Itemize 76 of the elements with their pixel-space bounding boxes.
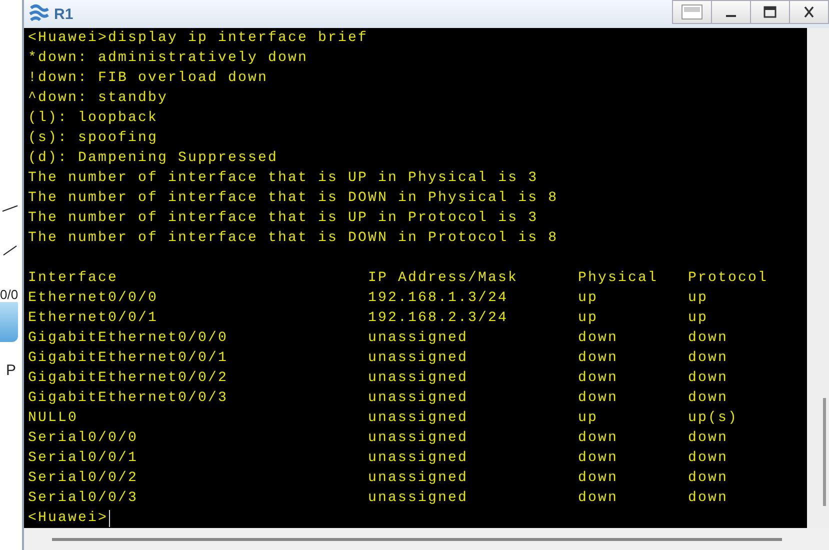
table-cell-text: down xyxy=(578,369,620,388)
table-cell-text: unassigned xyxy=(368,389,470,408)
table-cell-text: GigabitEthernet0/0/0 xyxy=(28,329,230,348)
port-label: 0/0 xyxy=(0,287,18,302)
horizontal-scrollbar[interactable] xyxy=(24,528,829,550)
table-cell-text: unassigned xyxy=(368,409,470,428)
terminal-line: ^down: standby xyxy=(28,89,170,108)
column-header: Protocol xyxy=(688,269,768,288)
table-cell-text: down xyxy=(688,349,728,368)
table-cell-text: down xyxy=(688,329,728,348)
terminal-line: The number of interface that is UP in Physical is 3 xyxy=(28,169,540,188)
minimize-icon xyxy=(726,15,736,17)
scroll-thumb[interactable] xyxy=(823,398,826,506)
command-prompt: <Huawei> xyxy=(28,509,108,528)
table-cell-text: down xyxy=(688,369,728,388)
table-cell-text: down xyxy=(578,449,620,468)
table-cell-text: 192.168.2.3/24 xyxy=(368,309,510,328)
text-cursor xyxy=(109,510,110,526)
table-cell-text: unassigned xyxy=(368,449,470,468)
device-label: P xyxy=(6,362,16,379)
column-header: IP Address/Mask xyxy=(368,269,520,288)
scroll-thumb[interactable] xyxy=(52,538,782,540)
minimize-button[interactable] xyxy=(711,0,751,24)
table-cell-text: Serial0/0/1 xyxy=(28,449,140,468)
table-cell-text: down xyxy=(578,349,620,368)
maximize-icon xyxy=(763,5,777,19)
table-cell-text: Ethernet0/0/1 xyxy=(28,309,160,328)
table-cell-text: down xyxy=(578,489,620,508)
close-button[interactable] xyxy=(789,0,829,24)
app-icon xyxy=(28,4,50,24)
table-cell-text: up xyxy=(688,309,708,328)
table-cell-text: up xyxy=(578,409,600,428)
terminal-line: *down: administratively down xyxy=(28,49,310,68)
table-cell-text: down xyxy=(688,429,728,448)
terminal-line: !down: FIB overload down xyxy=(28,69,270,88)
table-cell-text: unassigned xyxy=(368,469,470,488)
table-cell-text: 192.168.1.3/24 xyxy=(368,289,510,308)
window-title: R1 xyxy=(54,6,74,22)
close-icon xyxy=(802,5,816,19)
terminal-line: (s): spoofing xyxy=(28,129,160,148)
terminal-line: The number of interface that is UP in Protocol is 3 xyxy=(28,209,540,228)
table-cell-text: Serial0/0/0 xyxy=(28,429,140,448)
table-cell-text: unassigned xyxy=(368,429,470,448)
table-cell-text: down xyxy=(578,389,620,408)
table-cell-text: unassigned xyxy=(368,329,470,348)
maximize-button[interactable] xyxy=(750,0,790,24)
table-cell-text: Ethernet0/0/0 xyxy=(28,289,160,308)
table-cell-text: GigabitEthernet0/0/3 xyxy=(28,389,230,408)
table-cell-text: Serial0/0/2 xyxy=(28,469,140,488)
window-layout-icon xyxy=(681,4,703,20)
table-cell-text: unassigned xyxy=(368,349,470,368)
table-cell-text: unassigned xyxy=(368,369,470,388)
column-header: Interface xyxy=(28,269,120,288)
terminal-line: (l): loopback xyxy=(28,109,160,128)
terminal-line: The number of interface that is DOWN in Protocol is 8 xyxy=(28,229,560,248)
table-cell-text: down xyxy=(688,489,728,508)
table-cell-text: up(s) xyxy=(688,409,738,428)
table-cell-text: NULL0 xyxy=(28,409,80,428)
table-cell-text: up xyxy=(688,289,708,308)
table-cell-text: up xyxy=(578,309,600,328)
table-cell-text: down xyxy=(578,429,620,448)
terminal-line: <Huawei>display ip interface brief xyxy=(28,29,370,48)
table-cell-text: GigabitEthernet0/0/2 xyxy=(28,369,230,388)
table-cell-text: Serial0/0/3 xyxy=(28,489,140,508)
table-cell-text: down xyxy=(578,469,620,488)
terminal-line: The number of interface that is DOWN in Physical is 8 xyxy=(28,189,560,208)
table-cell-text: GigabitEthernet0/0/1 xyxy=(28,349,230,368)
vertical-scrollbar[interactable] xyxy=(807,28,829,528)
table-cell-text: down xyxy=(688,469,728,488)
column-header: Physical xyxy=(578,269,660,288)
table-cell-text: down xyxy=(578,329,620,348)
terminal-line: (d): Dampening Suppressed xyxy=(28,149,280,168)
table-cell-text: unassigned xyxy=(368,489,470,508)
table-cell-text: up xyxy=(578,289,600,308)
table-cell-text: down xyxy=(688,389,728,408)
table-cell-text: down xyxy=(688,449,728,468)
